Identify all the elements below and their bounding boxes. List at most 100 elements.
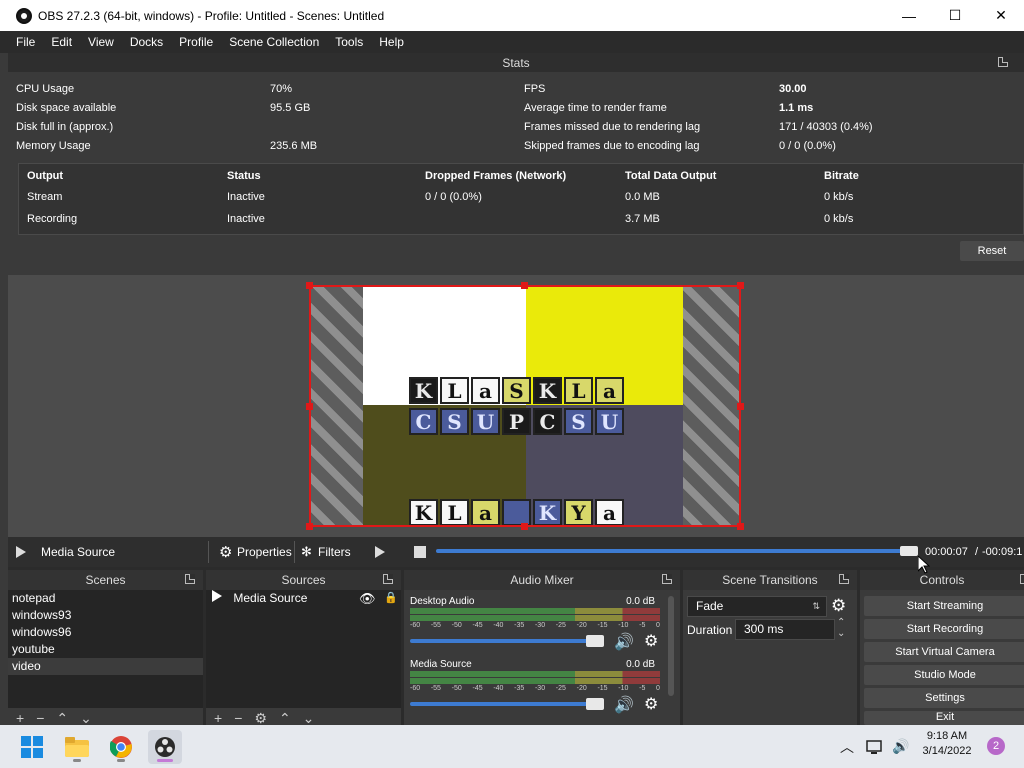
scenes-title: Scenes	[85, 573, 126, 587]
canvas-bounds: K L a S K L a C S U P C S U K L a K Y a	[306, 282, 744, 530]
float-dock-icon[interactable]	[383, 574, 393, 584]
gear-icon[interactable]: ⚙	[219, 537, 232, 567]
start-streaming-button[interactable]: Start Streaming	[864, 596, 1024, 616]
maximize-button[interactable]: ☐	[932, 0, 978, 31]
scene-item[interactable]: windows93	[8, 607, 203, 624]
sources-header: Sources	[206, 570, 401, 590]
seek-slider[interactable]	[436, 549, 912, 553]
start-virtual-camera-button[interactable]: Start Virtual Camera	[864, 642, 1024, 662]
output-header-total: Total Data Output	[625, 170, 717, 182]
transition-select[interactable]: Fade ⇅	[687, 596, 827, 617]
float-dock-icon[interactable]	[839, 574, 849, 584]
eye-icon[interactable]: 👁	[359, 590, 376, 607]
resize-handle[interactable]	[306, 282, 313, 289]
add-scene-icon[interactable]: +	[16, 711, 24, 725]
taskbar: ︿ 🔊 9:18 AM 3/14/2022 2	[0, 725, 1024, 768]
volume-meter	[410, 608, 660, 614]
move-up-icon[interactable]: ⌃	[56, 711, 68, 725]
volume-handle[interactable]	[586, 635, 604, 647]
gear-icon[interactable]: ⚙	[644, 694, 658, 714]
menu-edit[interactable]: Edit	[43, 31, 80, 53]
float-dock-icon[interactable]	[662, 574, 672, 584]
start-recording-button[interactable]: Start Recording	[864, 619, 1024, 639]
reset-button[interactable]: Reset	[960, 241, 1024, 261]
output-cell: Inactive	[227, 213, 265, 225]
media-controls-bar: Media Source ⚙ Properties ✻ Filters 00:0…	[8, 537, 1024, 567]
start-icon[interactable]	[15, 730, 49, 764]
file-explorer-icon[interactable]	[60, 730, 94, 764]
obs-icon[interactable]	[148, 730, 182, 764]
notification-badge[interactable]: 2	[987, 737, 1005, 755]
menu-help[interactable]: Help	[371, 31, 412, 53]
remove-source-icon[interactable]: −	[234, 711, 242, 725]
scene-item[interactable]: notepad	[8, 590, 203, 607]
remove-scene-icon[interactable]: −	[36, 711, 44, 725]
minimize-button[interactable]: —	[886, 0, 932, 31]
float-dock-icon[interactable]	[1020, 574, 1024, 584]
resize-handle[interactable]	[306, 523, 313, 530]
lock-icon[interactable]: 🔒	[384, 590, 398, 607]
move-down-icon[interactable]: ⌄	[80, 711, 92, 725]
play-button[interactable]	[375, 537, 385, 567]
settings-button[interactable]: Settings	[864, 688, 1024, 708]
move-up-icon[interactable]: ⌃	[279, 711, 291, 725]
resize-handle[interactable]	[306, 403, 313, 410]
clock[interactable]: 9:18 AM 3/14/2022	[912, 729, 982, 759]
volume-icon[interactable]: 🔊	[892, 725, 909, 768]
filter-icon[interactable]: ✻	[301, 537, 312, 567]
sources-dock: Sources Media Source 👁 🔒 + − ⚙ ⌃ ⌄	[206, 570, 401, 725]
move-down-icon[interactable]: ⌄	[303, 711, 315, 725]
resize-handle[interactable]	[737, 403, 744, 410]
menu-docks[interactable]: Docks	[122, 31, 171, 53]
meter-scale: -60 -55 -50 -45 -40 -35 -30 -25 -20 -15 -10 -5 0	[410, 685, 660, 692]
menu-tools[interactable]: Tools	[327, 31, 371, 53]
stat-value-frames-missed: 171 / 40303 (0.4%)	[779, 121, 873, 133]
volume-slider[interactable]	[410, 639, 600, 643]
float-dock-icon[interactable]	[185, 574, 195, 584]
preview-area[interactable]: K L a S K L a C S U P C S U K L a K Y a	[8, 275, 1024, 537]
output-cell: 0 / 0 (0.0%)	[425, 191, 482, 203]
chrome-icon[interactable]	[104, 730, 138, 764]
scene-item-selected[interactable]: video	[8, 658, 203, 675]
stop-button[interactable]	[414, 537, 426, 567]
properties-button[interactable]: Properties	[237, 537, 292, 567]
filters-button[interactable]: Filters	[318, 537, 351, 567]
close-button[interactable]: ✕	[978, 0, 1024, 31]
sources-title: Sources	[281, 573, 326, 587]
volume-slider[interactable]	[410, 702, 600, 706]
audio-mixer-title: Audio Mixer	[510, 573, 574, 587]
exit-button[interactable]: Exit	[864, 711, 1024, 725]
gear-icon[interactable]: ⚙	[254, 711, 267, 725]
gear-icon[interactable]: ⚙	[644, 631, 658, 651]
speaker-icon[interactable]: 🔊	[614, 632, 634, 652]
gear-icon[interactable]: ⚙	[831, 596, 846, 616]
add-source-icon[interactable]: +	[214, 711, 222, 725]
network-icon[interactable]	[866, 725, 884, 768]
scene-item[interactable]: windows96	[8, 624, 203, 641]
output-cell: Stream	[27, 191, 63, 203]
scene-item[interactable]: youtube	[8, 641, 203, 658]
volume-handle[interactable]	[586, 698, 604, 710]
resize-handle[interactable]	[737, 282, 744, 289]
duration-input[interactable]: 300 ms	[735, 619, 835, 640]
spin-arrows-icon[interactable]: ⌃ ⌄	[837, 617, 845, 639]
seek-handle[interactable]	[900, 546, 918, 556]
menu-scene-collection[interactable]: Scene Collection	[221, 31, 327, 53]
stat-value-cpu: 70%	[270, 83, 293, 95]
source-item[interactable]: Media Source 👁 🔒	[206, 590, 401, 607]
resize-handle[interactable]	[521, 282, 528, 289]
controls-dock: Controls Start Streaming Start Recording…	[860, 570, 1024, 725]
scrollbar[interactable]	[668, 596, 674, 696]
resize-handle[interactable]	[737, 523, 744, 530]
menu-file[interactable]: File	[8, 31, 43, 53]
source-selection-box[interactable]	[309, 285, 741, 527]
speaker-icon[interactable]: 🔊	[614, 695, 634, 715]
source-name: Media Source	[233, 591, 308, 605]
menu-profile[interactable]: Profile	[171, 31, 221, 53]
resize-handle[interactable]	[521, 523, 528, 530]
stat-label-render-time: Average time to render frame	[524, 102, 667, 114]
chevron-up-icon[interactable]: ︿	[840, 725, 854, 768]
studio-mode-button[interactable]: Studio Mode	[864, 665, 1024, 685]
menu-view[interactable]: View	[80, 31, 122, 53]
float-dock-icon[interactable]	[998, 57, 1008, 67]
